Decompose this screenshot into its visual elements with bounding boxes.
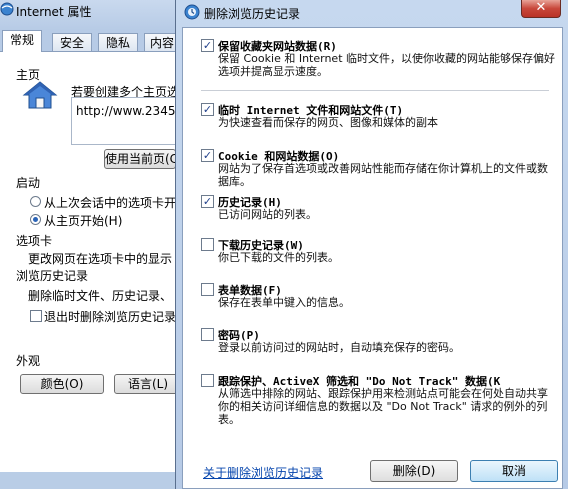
delete-on-exit-label: 退出时删除浏览历史记录 (44, 310, 177, 324)
delete-option-checkbox[interactable] (201, 283, 214, 296)
delete-option-checkbox[interactable]: ✓ (201, 149, 214, 162)
delete-option-desc: 保留 Cookie 和 Internet 临时文件，以使你收藏的网站能够保存偏好… (218, 52, 555, 78)
history-group-desc: 删除临时文件、历史记录、 (28, 289, 173, 303)
tabs-group-label: 选项卡 (16, 234, 53, 248)
dialog-body: ✓ 保留收藏夹网站数据(R) 保留 Cookie 和 Internet 临时文件，以… (182, 27, 563, 489)
homepage-url-value: http://www.2345. (76, 104, 180, 118)
languages-button[interactable]: 语言(L) (114, 374, 182, 394)
cancel-button[interactable]: 取消 (470, 460, 558, 482)
dialog-titlebar[interactable]: 删除浏览历史记录 ✕ (176, 0, 568, 24)
delete-option-checkbox[interactable] (201, 328, 214, 341)
checkmark-icon: ✓ (202, 103, 213, 116)
delete-option-desc: 网站为了保存首选项或改善网站性能而存储在你计算机上的文件或数据库。 (218, 162, 548, 188)
about-delete-history-link[interactable]: 关于删除浏览历史记录 (203, 464, 323, 481)
startup-group-label: 启动 (16, 176, 41, 190)
delete-option-desc: 已访问网站的列表。 (218, 208, 317, 221)
checkmark-icon: ✓ (202, 149, 213, 162)
tabs-group-desc: 更改网页在选项卡中的显示 (28, 252, 173, 266)
ie-history-icon (184, 4, 200, 20)
appearance-group-label: 外观 (16, 354, 41, 368)
options-separator (201, 90, 549, 91)
delete-history-dialog: 删除浏览历史记录 ✕ ✓ 保留收藏夹网站数据(R) 保留 Cookie 和 Inte… (175, 0, 568, 489)
delete-option-checkbox[interactable] (201, 238, 214, 251)
internet-options-title: Internet 属性 (16, 5, 92, 19)
tab-privacy[interactable]: 隐私 (98, 33, 138, 51)
delete-option-checkbox[interactable]: ✓ (201, 39, 214, 52)
delete-option-checkbox[interactable]: ✓ (201, 195, 214, 208)
delete-option-desc: 登录以前访问过的网站时，自动填充保存的密码。 (218, 341, 460, 354)
delete-on-exit-checkbox[interactable] (30, 310, 42, 322)
close-button[interactable]: ✕ (521, 0, 561, 18)
home-icon (22, 81, 58, 109)
radio-last-session[interactable] (30, 196, 41, 207)
delete-option-checkbox[interactable]: ✓ (201, 103, 214, 116)
dialog-title: 删除浏览历史记录 (204, 7, 301, 21)
delete-button[interactable]: 删除(D) (370, 460, 458, 482)
ie-globe-icon (0, 2, 14, 16)
close-icon: ✕ (535, 0, 547, 15)
delete-option-desc: 保存在表单中键入的信息。 (218, 296, 350, 309)
tab-general[interactable]: 常规 (2, 30, 42, 52)
internet-options-titlebar: Internet 属性 (0, 0, 180, 22)
radio-start-homepage-label: 从主页开始(H) (44, 214, 123, 228)
delete-option-desc: 你已下载的文件的列表。 (218, 251, 339, 264)
radio-last-session-label: 从上次会话中的选项卡开 (44, 196, 177, 210)
use-current-button[interactable]: 使用当前页(C) (104, 149, 176, 169)
tab-security[interactable]: 安全 (52, 33, 92, 51)
history-group-label: 浏览历史记录 (16, 269, 89, 283)
colors-button[interactable]: 颜色(O) (20, 374, 104, 394)
delete-option-desc: 为快速查看而保存的网页、图像和媒体的副本 (218, 116, 438, 129)
radio-start-homepage[interactable] (30, 214, 41, 225)
checkmark-icon: ✓ (202, 39, 213, 52)
delete-option-checkbox[interactable] (201, 374, 214, 387)
checkmark-icon: ✓ (202, 195, 213, 208)
delete-option-desc: 从筛选中排除的网站、跟踪保护用来检测站点可能会在何处自动共享你的相关访问详细信息… (218, 387, 548, 426)
